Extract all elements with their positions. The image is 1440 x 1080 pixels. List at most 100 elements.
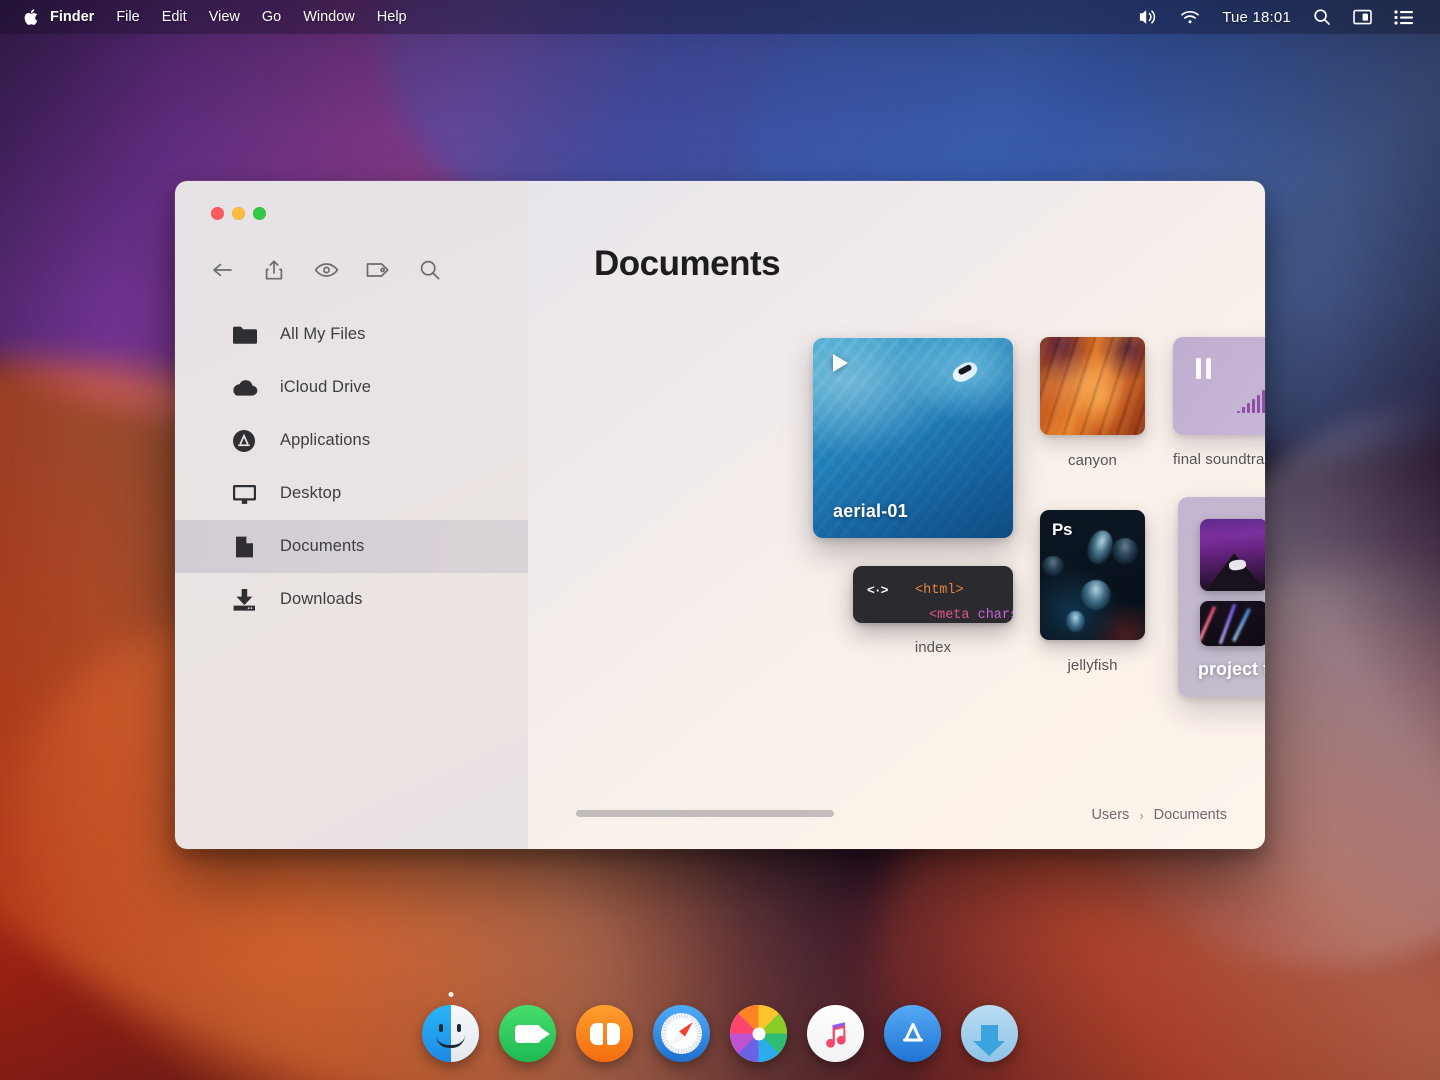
sidebar-item-label: Applications xyxy=(280,431,371,449)
dock-item-appstore[interactable] xyxy=(884,1005,941,1062)
dock-item-facetime[interactable] xyxy=(499,1005,556,1062)
control-center-icon[interactable] xyxy=(1342,0,1383,34)
safari-icon[interactable] xyxy=(653,1005,710,1062)
jellyfish-shape xyxy=(1042,556,1064,576)
file-label: aerial-01 xyxy=(833,501,908,521)
breadcrumb-current[interactable]: Documents xyxy=(1154,807,1227,823)
menu-item-window[interactable]: Window xyxy=(292,0,366,34)
waveform-bar xyxy=(1237,410,1241,413)
app-store-icon xyxy=(230,428,258,454)
document-icon xyxy=(230,534,258,560)
chevron-right-icon: › xyxy=(1139,807,1144,823)
wifi-icon[interactable] xyxy=(1169,0,1211,34)
jellyfish-shape xyxy=(1081,580,1111,610)
dock xyxy=(422,992,1018,1062)
cloud-icon xyxy=(230,375,258,401)
image-thumbnail[interactable]: Ps xyxy=(1040,510,1145,640)
code-line-2-attr: chars xyxy=(977,608,1013,623)
canyon-texture xyxy=(1040,337,1145,435)
file-label: project files xyxy=(1198,659,1265,679)
horizontal-scrollbar[interactable] xyxy=(576,810,834,817)
jellyfish-shape xyxy=(1066,611,1085,632)
menu-item-help[interactable]: Help xyxy=(366,0,418,34)
sidebar-item-documents[interactable]: Documents xyxy=(175,520,528,573)
sidebar-item-downloads[interactable]: Downloads xyxy=(175,573,528,626)
sidebar-item-all-my-files[interactable]: All My Files xyxy=(175,308,528,361)
music-icon[interactable] xyxy=(807,1005,864,1062)
pause-icon[interactable] xyxy=(1196,358,1211,379)
folder-preview-neon xyxy=(1200,601,1265,646)
file-label: jellyfish xyxy=(1067,657,1118,674)
dock-item-safari[interactable] xyxy=(653,1005,710,1062)
sidebar-item-applications[interactable]: Applications xyxy=(175,414,528,467)
waveform-bar xyxy=(1257,394,1261,413)
audio-waveform xyxy=(1237,351,1265,413)
page-title: Documents xyxy=(594,244,781,283)
close-button[interactable] xyxy=(211,207,224,220)
window-traffic-lights xyxy=(211,207,266,220)
share-icon[interactable] xyxy=(257,253,291,287)
finder-icon[interactable] xyxy=(422,1005,479,1062)
back-button[interactable] xyxy=(205,253,239,287)
code-line-2-tag: <meta xyxy=(929,608,978,623)
dock-item-photos[interactable] xyxy=(730,1005,787,1062)
search-icon[interactable] xyxy=(1302,0,1342,34)
file-label: final soundtrack xyxy=(1173,451,1265,468)
list-icon[interactable] xyxy=(1383,0,1424,34)
code-icon: <·> xyxy=(867,583,888,598)
photos-icon[interactable] xyxy=(730,1005,787,1062)
running-indicator-dot xyxy=(448,992,453,997)
finder-sidebar: All My Files iCloud Drive Applications D… xyxy=(175,181,528,849)
downloads-icon[interactable] xyxy=(961,1005,1018,1062)
dock-item-downloads[interactable] xyxy=(961,1005,1018,1062)
menu-item-edit[interactable]: Edit xyxy=(151,0,198,34)
folder-preview-mountain xyxy=(1200,519,1265,591)
sidebar-item-list: All My Files iCloud Drive Applications D… xyxy=(175,308,528,626)
sidebar-item-label: All My Files xyxy=(280,325,366,343)
code-line-1: <html> xyxy=(915,583,964,598)
sidebar-item-label: Downloads xyxy=(280,590,363,608)
menu-bar-clock[interactable]: Tue 18:01 xyxy=(1211,0,1302,34)
finder-window: All My Files iCloud Drive Applications D… xyxy=(175,181,1265,849)
video-thumbnail[interactable]: aerial-01 xyxy=(813,338,1013,538)
photoshop-badge: Ps xyxy=(1052,520,1073,539)
finder-content-pane: Documents aerial-01 canyon final soundtr… xyxy=(528,181,1265,849)
books-icon[interactable] xyxy=(576,1005,633,1062)
menu-bar: Finder File Edit View Go Window Help Tue… xyxy=(0,0,1440,34)
sidebar-item-icloud-drive[interactable]: iCloud Drive xyxy=(175,361,528,414)
menu-app-name[interactable]: Finder xyxy=(46,0,105,34)
play-icon[interactable] xyxy=(833,354,848,372)
waveform-bar xyxy=(1262,389,1265,413)
eye-icon[interactable] xyxy=(309,253,343,287)
menu-item-go[interactable]: Go xyxy=(251,0,292,34)
audio-thumbnail[interactable] xyxy=(1173,337,1265,435)
zoom-button[interactable] xyxy=(253,207,266,220)
folder-thumbnail[interactable]: project files xyxy=(1178,497,1265,697)
minimize-button[interactable] xyxy=(232,207,245,220)
image-thumbnail[interactable] xyxy=(1040,337,1145,435)
volume-icon[interactable] xyxy=(1128,0,1169,34)
tag-icon[interactable] xyxy=(361,253,395,287)
folder-icon xyxy=(230,322,258,348)
sidebar-item-desktop[interactable]: Desktop xyxy=(175,467,528,520)
dock-item-music[interactable] xyxy=(807,1005,864,1062)
sidebar-item-label: iCloud Drive xyxy=(280,378,372,396)
waveform-bar xyxy=(1242,406,1246,413)
facetime-icon[interactable] xyxy=(499,1005,556,1062)
menu-item-file[interactable]: File xyxy=(105,0,150,34)
monitor-icon xyxy=(230,481,258,507)
finder-toolbar xyxy=(205,253,447,287)
breadcrumb-root[interactable]: Users xyxy=(1091,807,1129,823)
download-icon xyxy=(230,587,258,613)
dock-item-finder[interactable] xyxy=(422,992,479,1062)
sidebar-item-label: Documents xyxy=(280,537,365,555)
apple-icon[interactable] xyxy=(14,0,46,34)
app-store-icon[interactable] xyxy=(884,1005,941,1062)
dock-item-books[interactable] xyxy=(576,1005,633,1062)
code-thumbnail[interactable]: <·> <html> <meta chars xyxy=(853,566,1013,623)
menu-bar-status-area: Tue 18:01 xyxy=(1128,0,1440,34)
code-line-2: <meta chars xyxy=(929,608,1013,623)
search-icon[interactable] xyxy=(413,253,447,287)
waveform-bar xyxy=(1252,398,1256,413)
menu-item-view[interactable]: View xyxy=(198,0,251,34)
